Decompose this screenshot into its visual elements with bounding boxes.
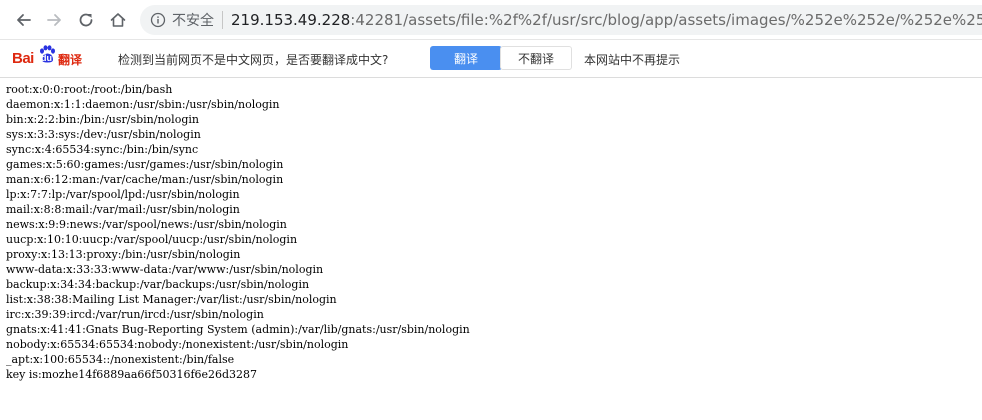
- reload-icon: [79, 13, 93, 27]
- info-icon[interactable]: [150, 12, 166, 28]
- text-line: mail:x:8:8:mail:/var/mail:/usr/sbin/nolo…: [6, 203, 240, 216]
- forward-arrow-icon: [47, 14, 61, 26]
- back-arrow-icon: [17, 14, 31, 26]
- text-line: lp:x:7:7:lp:/var/spool/lpd:/usr/sbin/nol…: [6, 188, 240, 201]
- logo-bai-text: Bai: [12, 50, 34, 67]
- text-line: _apt:x:100:65534::/nonexistent:/bin/fals…: [6, 353, 235, 366]
- page-content: root:x:0:0:root:/root:/bin/bash daemon:x:…: [6, 82, 976, 382]
- baidu-translate-logo: Bai du 翻译: [12, 44, 84, 72]
- address-bar[interactable]: 不安全 219.153.49.228 :42281/assets/file:%2…: [140, 5, 982, 35]
- text-line: sync:x:4:65534:sync:/bin:/bin/sync: [6, 143, 199, 156]
- back-button[interactable]: [12, 8, 36, 32]
- no-translate-button[interactable]: 不翻译: [500, 46, 572, 70]
- key-line: key is:mozhe14f6889aa66f50316f6e26d3287: [6, 368, 258, 381]
- text-line: proxy:x:13:13:proxy:/bin:/usr/sbin/nolog…: [6, 248, 241, 261]
- never-prompt-link[interactable]: 本网站中不再提示: [584, 51, 680, 68]
- text-line: man:x:6:12:man:/var/cache/man:/usr/sbin/…: [6, 173, 284, 186]
- security-label[interactable]: 不安全: [172, 10, 214, 30]
- home-icon: [110, 13, 126, 27]
- text-line: backup:x:34:34:backup:/var/backups:/usr/…: [6, 278, 310, 291]
- translate-bar: Bai du 翻译 检测到当前网页不是中文网页，是否要翻译成中文? 翻译 不翻译…: [0, 40, 982, 78]
- text-line: nobody:x:65534:65534:nobody:/nonexistent…: [6, 338, 349, 351]
- browser-toolbar: 不安全 219.153.49.228 :42281/assets/file:%2…: [0, 0, 982, 40]
- logo-du-text: du: [41, 53, 52, 63]
- translate-message: 检测到当前网页不是中文网页，是否要翻译成中文?: [118, 53, 389, 67]
- text-line: daemon:x:1:1:daemon:/usr/sbin:/usr/sbin/…: [6, 98, 280, 111]
- text-line: games:x:5:60:games:/usr/games:/usr/sbin/…: [6, 158, 284, 171]
- text-line: root:x:0:0:root:/root:/bin/bash: [6, 83, 173, 96]
- text-line: gnats:x:41:41:Gnats Bug-Reporting System…: [6, 323, 470, 336]
- home-button[interactable]: [106, 8, 130, 32]
- text-line: sys:x:3:3:sys:/dev:/usr/sbin/nologin: [6, 128, 201, 141]
- translate-button[interactable]: 翻译: [430, 46, 502, 70]
- url-host: 219.153.49.228: [231, 11, 351, 29]
- text-line: irc:x:39:39:ircd:/var/run/ircd:/usr/sbin…: [6, 308, 264, 321]
- text-line: list:x:38:38:Mailing List Manager:/var/l…: [6, 293, 337, 306]
- text-line: bin:x:2:2:bin:/bin:/usr/sbin/nologin: [6, 113, 199, 126]
- logo-fanyi-text: 翻译: [58, 53, 83, 67]
- text-line: uucp:x:10:10:uucp:/var/spool/uucp:/usr/s…: [6, 233, 298, 246]
- address-separator: [222, 11, 223, 29]
- text-line: news:x:9:9:news:/var/spool/news:/usr/sbi…: [6, 218, 287, 231]
- url-path: :42281/assets/file:%2f%2f/usr/src/blog/a…: [350, 11, 982, 29]
- forward-button[interactable]: [42, 8, 66, 32]
- file-contents: root:x:0:0:root:/root:/bin/bash daemon:x:…: [6, 82, 976, 382]
- reload-button[interactable]: [74, 8, 98, 32]
- text-line: www-data:x:33:33:www-data:/var/www:/usr/…: [6, 263, 324, 276]
